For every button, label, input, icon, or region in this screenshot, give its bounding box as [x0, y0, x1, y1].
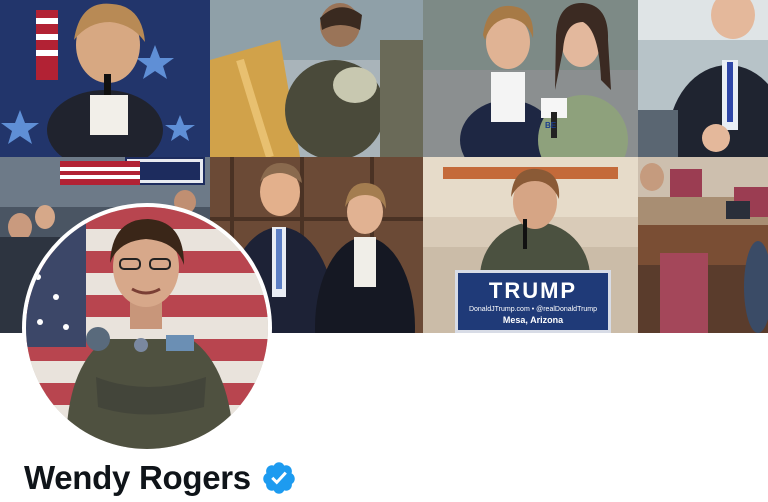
- verified-badge-icon[interactable]: [261, 460, 297, 496]
- banner-photo-interview: BE: [423, 0, 638, 157]
- rally-sign-websites: DonaldJTrump.com • @realDonaldTrump: [468, 306, 598, 313]
- mic-flag: BE: [545, 121, 557, 130]
- profile-avatar[interactable]: [26, 207, 268, 449]
- banner-photo-thumbs-up: [638, 0, 768, 157]
- thumbs-up-scene: [638, 0, 768, 157]
- stars-backdrop: [0, 0, 210, 157]
- rally-sign-location: Mesa, Arizona: [502, 315, 564, 325]
- banner-photo-speech: [0, 0, 210, 157]
- display-name: Wendy Rogers: [24, 459, 251, 496]
- cockpit-scene: [210, 0, 423, 157]
- rally-sign-headline: TRUMP: [488, 278, 578, 303]
- interview-scene: [423, 0, 638, 157]
- profile-name-row: Wendy Rogers: [24, 458, 297, 498]
- banner-photo-chamber: [638, 157, 768, 333]
- avatar-image: [26, 207, 268, 449]
- rally-podium-sign: TRUMP DonaldJTrump.com • @realDonaldTrum…: [455, 270, 611, 333]
- chamber-scene: [638, 157, 768, 333]
- banner-photo-cockpit: [210, 0, 423, 157]
